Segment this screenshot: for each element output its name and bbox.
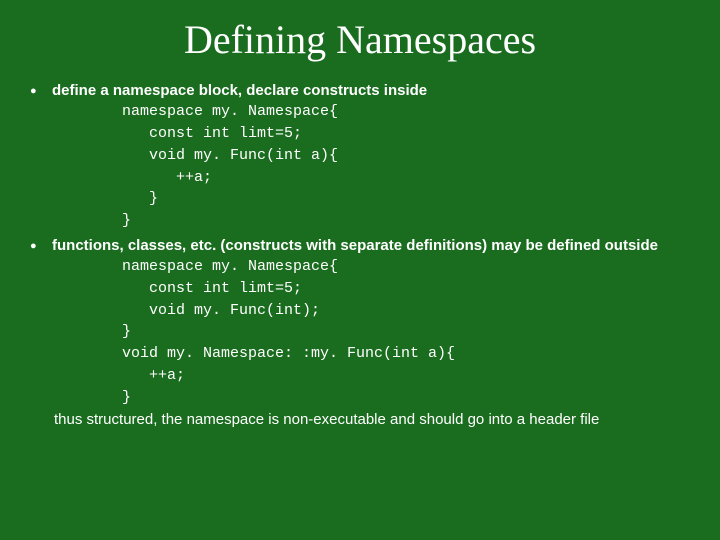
code-block-2: namespace my. Namespace{ const int limt=… — [122, 256, 700, 408]
slide-title: Defining Namespaces — [20, 16, 700, 63]
slide: Defining Namespaces define a namespace b… — [0, 0, 720, 540]
bullet-2-text: functions, classes, etc. (constructs wit… — [52, 237, 658, 254]
bullet-item-1: define a namespace block, declare constr… — [30, 81, 700, 232]
bullet-item-2: functions, classes, etc. (constructs wit… — [30, 236, 700, 431]
bullet-1-text: define a namespace block, declare constr… — [52, 82, 427, 99]
bullet-list: define a namespace block, declare constr… — [20, 81, 700, 431]
bullet-2-tail: thus structured, the namespace is non-ex… — [54, 410, 700, 430]
code-block-1: namespace my. Namespace{ const int limt=… — [122, 101, 700, 232]
